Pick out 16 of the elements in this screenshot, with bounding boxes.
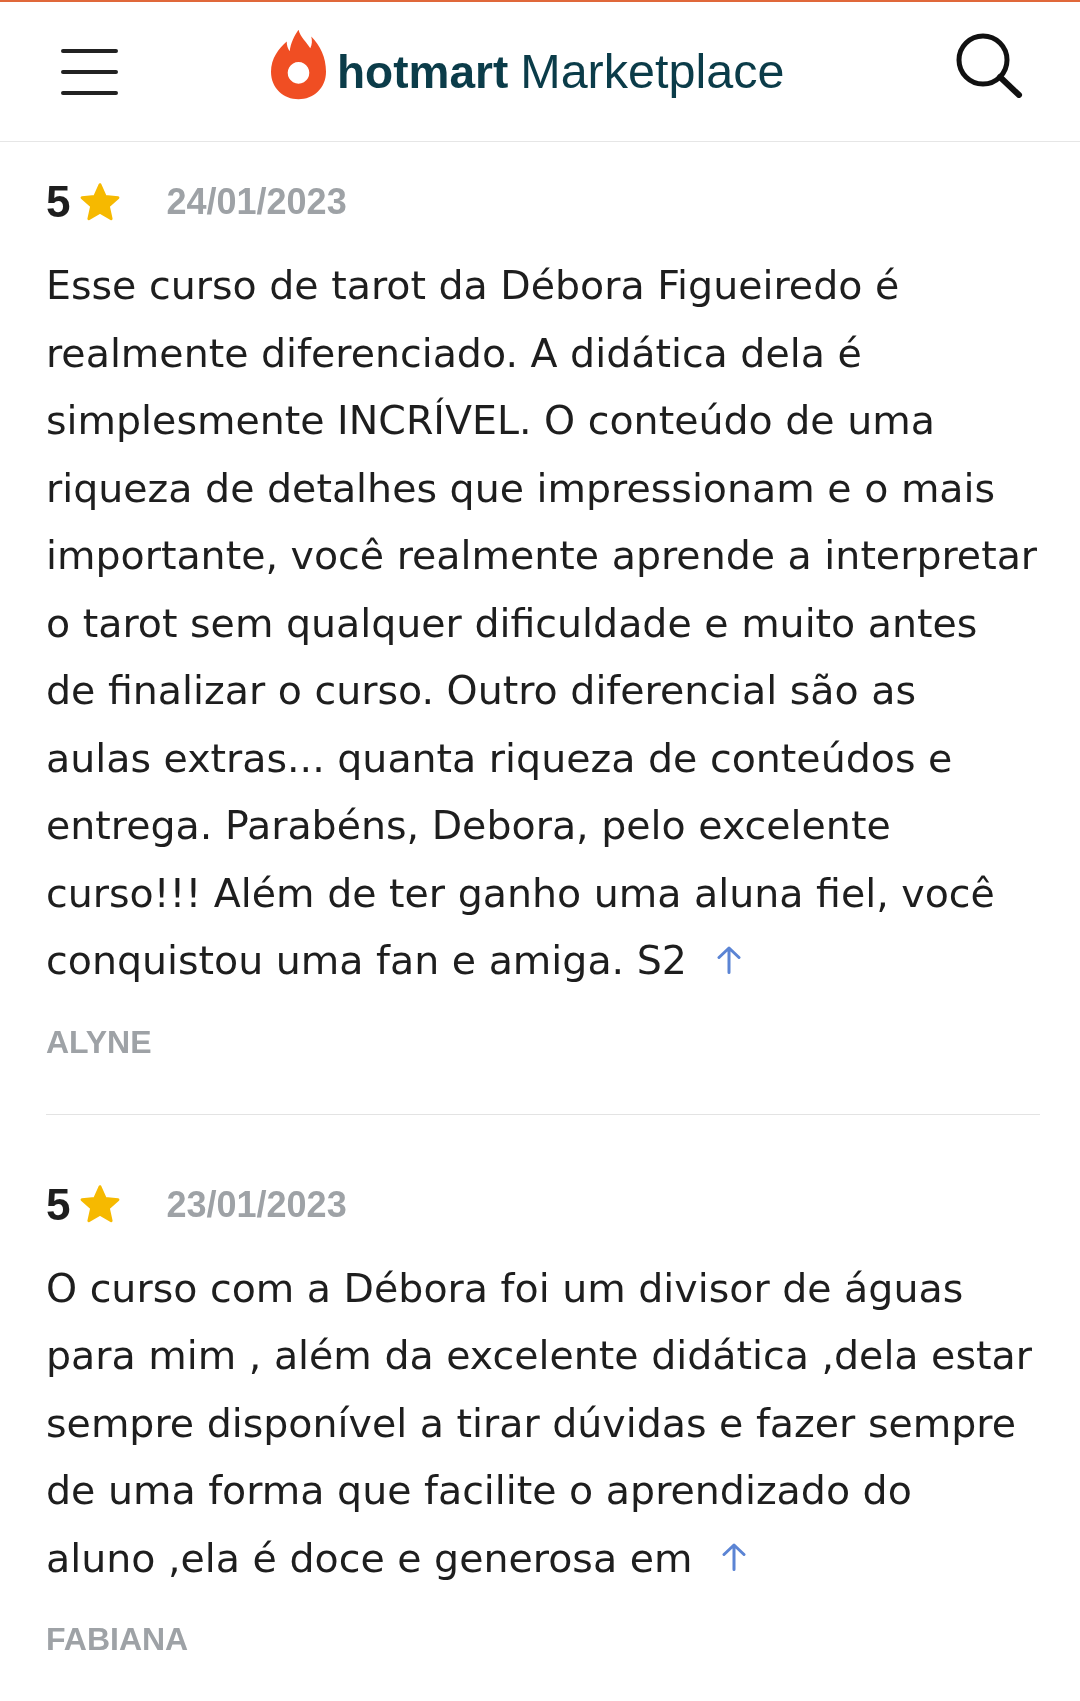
review-date: 23/01/2023	[166, 1186, 347, 1223]
search-icon[interactable]	[955, 31, 1023, 98]
rating-value: 5	[46, 1182, 71, 1227]
arrow-up-icon[interactable]	[716, 945, 741, 974]
reviewer-name: ALYNE	[46, 1022, 152, 1062]
star-icon	[79, 181, 122, 223]
rating-value: 5	[46, 180, 71, 224]
menu-icon[interactable]	[61, 48, 118, 95]
arrow-up-icon[interactable]	[722, 1543, 747, 1571]
review-text: O curso com a Débora foi um divisor de águas para mim , além da excelente didática ,dela estar sempre disponível a tirar dúvidas e fazer sempre de uma forma que facilite o aprendizado do aluno ,ela é doce e generosa em	[46, 1263, 1033, 1583]
logo-product-text: Marketplace	[520, 47, 785, 96]
logo-brand-text: hotmart	[337, 48, 509, 95]
star-icon	[79, 1184, 122, 1225]
review-date: 24/01/2023	[166, 184, 347, 220]
review-text: Esse curso de tarot da Débora Figueiredo é realmente diferenciado. A didática dela é simplesmente INCRÍVEL. O conteúdo de uma riqueza de detalhes que impressionam e o mais importante, você realmente aprende a interpretar o tarot sem qualquer dificuldade e muito antes de finalizar o curso. Outro diferencial são as aulas extras... quanta riqueza de conteúdos e entrega. Parabéns, Debora, pelo excelente curso!!! Além de ter ganho uma aluna fiel, você conquistou uma fan e amiga. S2	[46, 261, 1039, 985]
reviewer-name: FABIANA	[46, 1620, 189, 1659]
